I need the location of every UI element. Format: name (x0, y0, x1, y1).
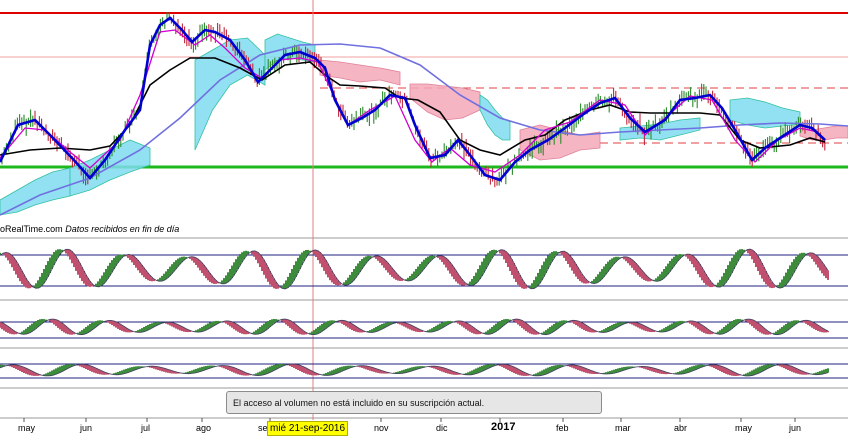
source-label: oRealTime.com (0, 224, 63, 234)
cursor-date-label: mié 21-sep-2016 (267, 421, 349, 436)
cloud-segment (479, 94, 511, 141)
x-label-jun: jun (80, 423, 93, 433)
x-label-jul: jul (141, 423, 151, 433)
chart-window: oRealTime.com Datos recibidos en fin de … (0, 0, 848, 439)
x-label-2017: 2017 (491, 421, 516, 433)
slow-moving-average (0, 57, 826, 156)
x-label-dic: dic (436, 423, 448, 433)
volume-access-notice[interactable]: El acceso al volumen no está incluido en… (226, 391, 602, 414)
oscillator-panel-1 (0, 248, 848, 290)
x-axis (23, 418, 796, 422)
x-label-nov: nov (374, 423, 389, 433)
x-label-jun-2: jun (789, 423, 802, 433)
x-label-feb: feb (556, 423, 569, 433)
trend-line (0, 43, 848, 216)
x-label-may-2: may (735, 423, 753, 433)
data-credit: oRealTime.com Datos recibidos en fin de … (0, 224, 179, 234)
x-label-may: may (18, 423, 36, 433)
x-label-mar: mar (615, 423, 631, 433)
chart-canvas (0, 0, 848, 422)
oscillator-panel-3 (0, 363, 848, 379)
x-label-ago: ago (196, 423, 212, 433)
oscillator-panel-2 (0, 318, 848, 339)
cloud-segment (0, 167, 71, 216)
data-note: Datos recibidos en fin de día (65, 224, 180, 234)
x-label-abr: abr (674, 423, 688, 433)
